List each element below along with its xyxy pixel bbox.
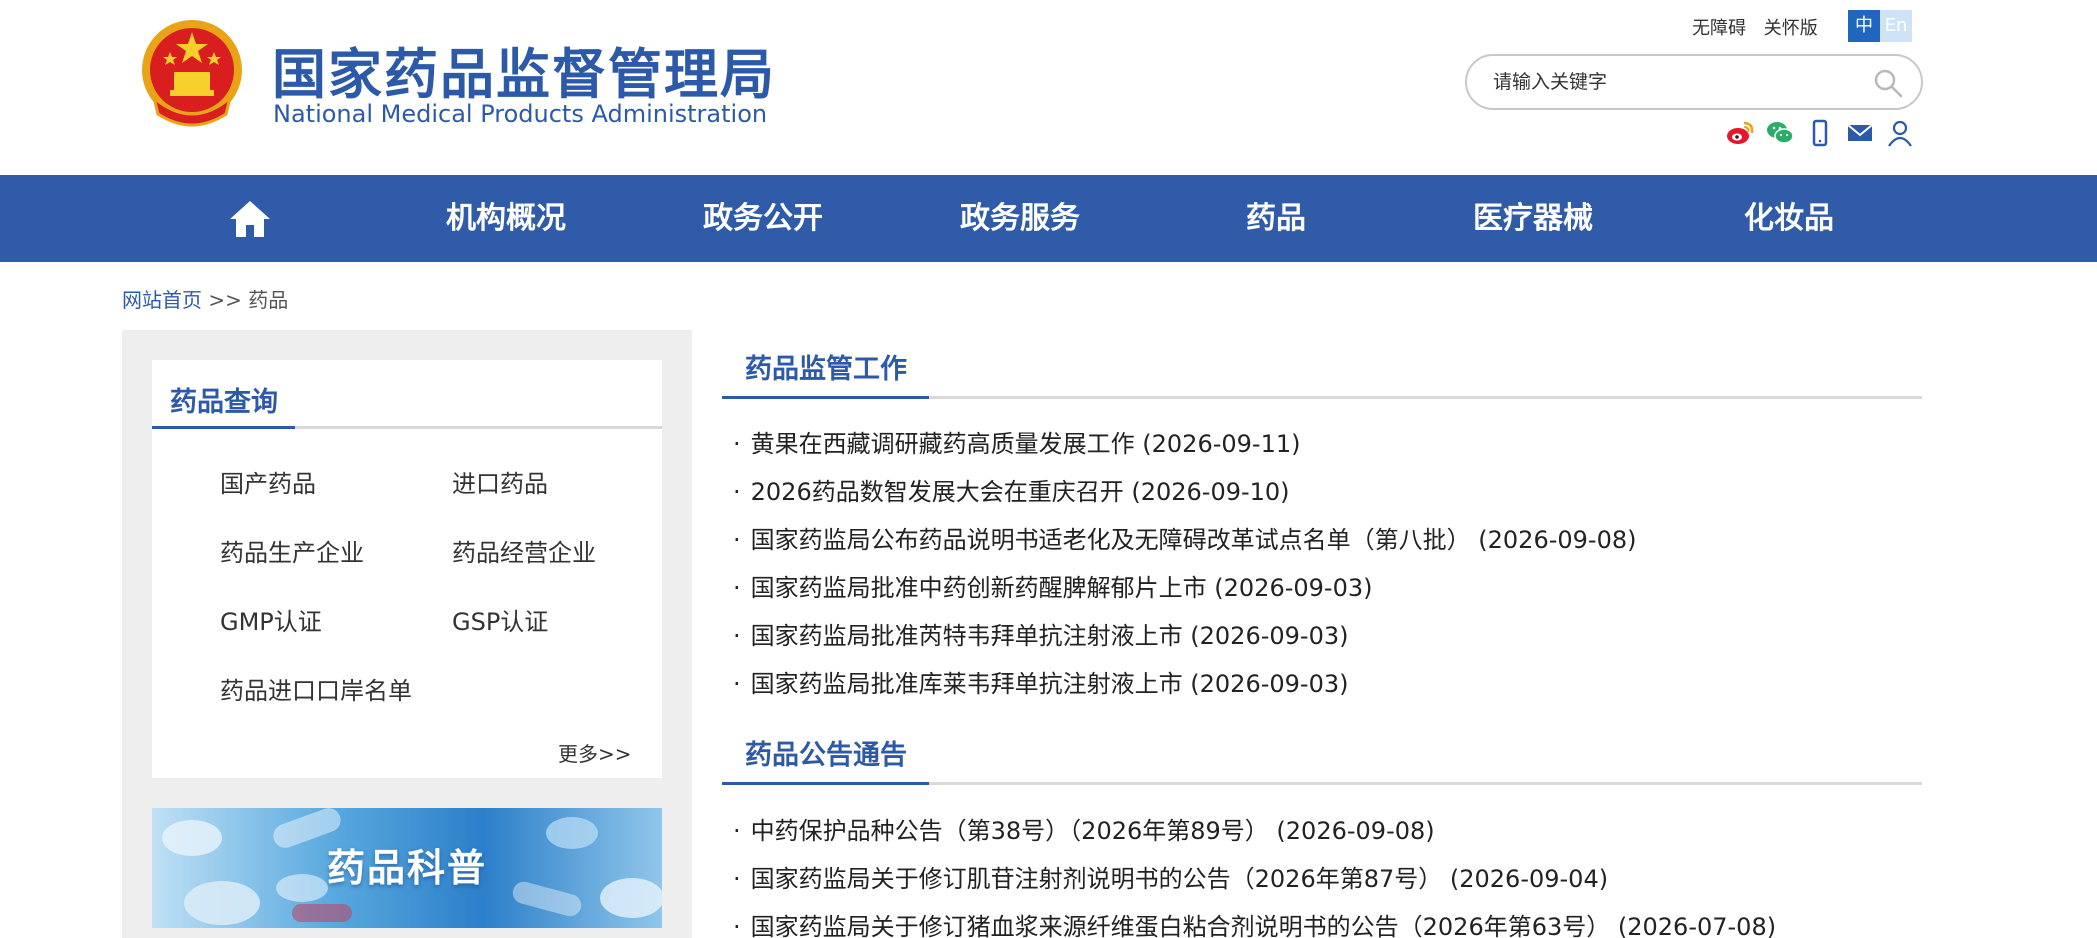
breadcrumb-home-link[interactable]: 网站首页 (122, 288, 202, 312)
site-header: 国家药品监督管理局 National Medical Products Admi… (0, 0, 2097, 175)
nav-item-medical-devices[interactable]: 医疗器械 (1433, 175, 1633, 262)
query-link-import-ports[interactable]: 药品进口口岸名单 (220, 671, 412, 706)
query-divider-active (152, 426, 295, 429)
mail-icon[interactable] (1845, 118, 1875, 148)
top-links: 无障碍 关怀版 (1692, 14, 1830, 40)
main-nav: 机构概况 政务公开 政务服务 药品 医疗器械 化妆品 (0, 175, 2097, 262)
accessibility-link[interactable]: 无障碍 (1692, 18, 1746, 39)
weibo-icon[interactable] (1725, 118, 1755, 148)
news-item[interactable]: · 国家药监局关于修订猪血浆来源纤维蛋白粘合剂说明书的公告（2026年第63号） … (733, 907, 1776, 938)
query-link-manufacturers[interactable]: 药品生产企业 (220, 533, 364, 568)
section-title-regulation[interactable]: 药品监管工作 (745, 347, 907, 386)
nav-item-organization[interactable]: 机构概况 (406, 175, 606, 262)
news-item[interactable]: · 国家药监局批准中药创新药醒脾解郁片上市 (2026-09-03) (733, 568, 1372, 603)
breadcrumb-current: 药品 (248, 288, 289, 312)
language-switch: 中 En (1848, 10, 1912, 42)
search-input[interactable] (1493, 66, 1853, 98)
nav-item-government-affairs[interactable]: 政务公开 (663, 175, 863, 262)
mobile-icon[interactable] (1805, 118, 1835, 148)
query-link-gmp[interactable]: GMP认证 (220, 602, 322, 637)
query-link-distributors[interactable]: 药品经营企业 (452, 533, 596, 568)
section-title-announcements[interactable]: 药品公告通告 (745, 733, 907, 772)
national-emblem-icon[interactable] (140, 18, 244, 130)
news-item[interactable]: · 国家药监局批准芮特韦拜单抗注射液上市 (2026-09-03) (733, 616, 1348, 651)
nav-item-cosmetics[interactable]: 化妆品 (1689, 175, 1889, 262)
site-title-cn[interactable]: 国家药品监督管理局 (272, 30, 776, 109)
drug-query-title: 药品查询 (170, 387, 278, 418)
site-title-en[interactable]: National Medical Products Administration (273, 100, 767, 128)
nav-item-government-services[interactable]: 政务服务 (920, 175, 1120, 262)
news-item[interactable]: · 中药保护品种公告（第38号）（2026年第89号） (2026-09-08) (733, 811, 1435, 846)
banner-title: 药品科普 (326, 846, 487, 890)
search-box (1465, 54, 1923, 110)
drug-query-panel: 药品查询 国产药品 进口药品 药品生产企业 药品经营企业 GMP认证 GSP认证… (152, 360, 662, 778)
home-icon[interactable] (228, 199, 272, 239)
breadcrumb-separator: >> (208, 288, 242, 312)
query-more-link[interactable]: 更多>> (558, 738, 632, 767)
news-item[interactable]: · 国家药监局批准库莱韦拜单抗注射液上市 (2026-09-03) (733, 664, 1348, 699)
news-item[interactable]: · 黄果在西藏调研藏药高质量发展工作 (2026-09-11) (733, 424, 1300, 459)
drug-science-banner[interactable]: 药品科普 (152, 808, 662, 928)
social-links (1725, 118, 1915, 148)
elderly-mode-link[interactable]: 关怀版 (1764, 18, 1818, 39)
section-divider-active (722, 396, 929, 399)
news-item[interactable]: · 国家药监局公布药品说明书适老化及无障碍改革试点名单（第八批） (2026-09… (733, 520, 1636, 555)
nav-item-drugs[interactable]: 药品 (1176, 175, 1376, 262)
left-sidebar: 药品查询 国产药品 进口药品 药品生产企业 药品经营企业 GMP认证 GSP认证… (122, 330, 692, 938)
query-link-domestic-drugs[interactable]: 国产药品 (220, 464, 316, 499)
news-item[interactable]: · 国家药监局关于修订肌苷注射剂说明书的公告（2026年第87号） (2026-0… (733, 859, 1608, 894)
query-link-gsp[interactable]: GSP认证 (452, 602, 548, 637)
search-icon[interactable] (1873, 68, 1903, 98)
lang-en-button[interactable]: En (1880, 10, 1912, 42)
lang-zh-button[interactable]: 中 (1848, 10, 1880, 42)
section-divider-active (722, 782, 929, 785)
query-link-imported-drugs[interactable]: 进口药品 (452, 464, 548, 499)
news-item[interactable]: · 2026药品数智发展大会在重庆召开 (2026-09-10) (733, 472, 1290, 507)
user-icon[interactable] (1885, 118, 1915, 148)
wechat-icon[interactable] (1765, 118, 1795, 148)
breadcrumb: 网站首页 >> 药品 (122, 284, 288, 313)
